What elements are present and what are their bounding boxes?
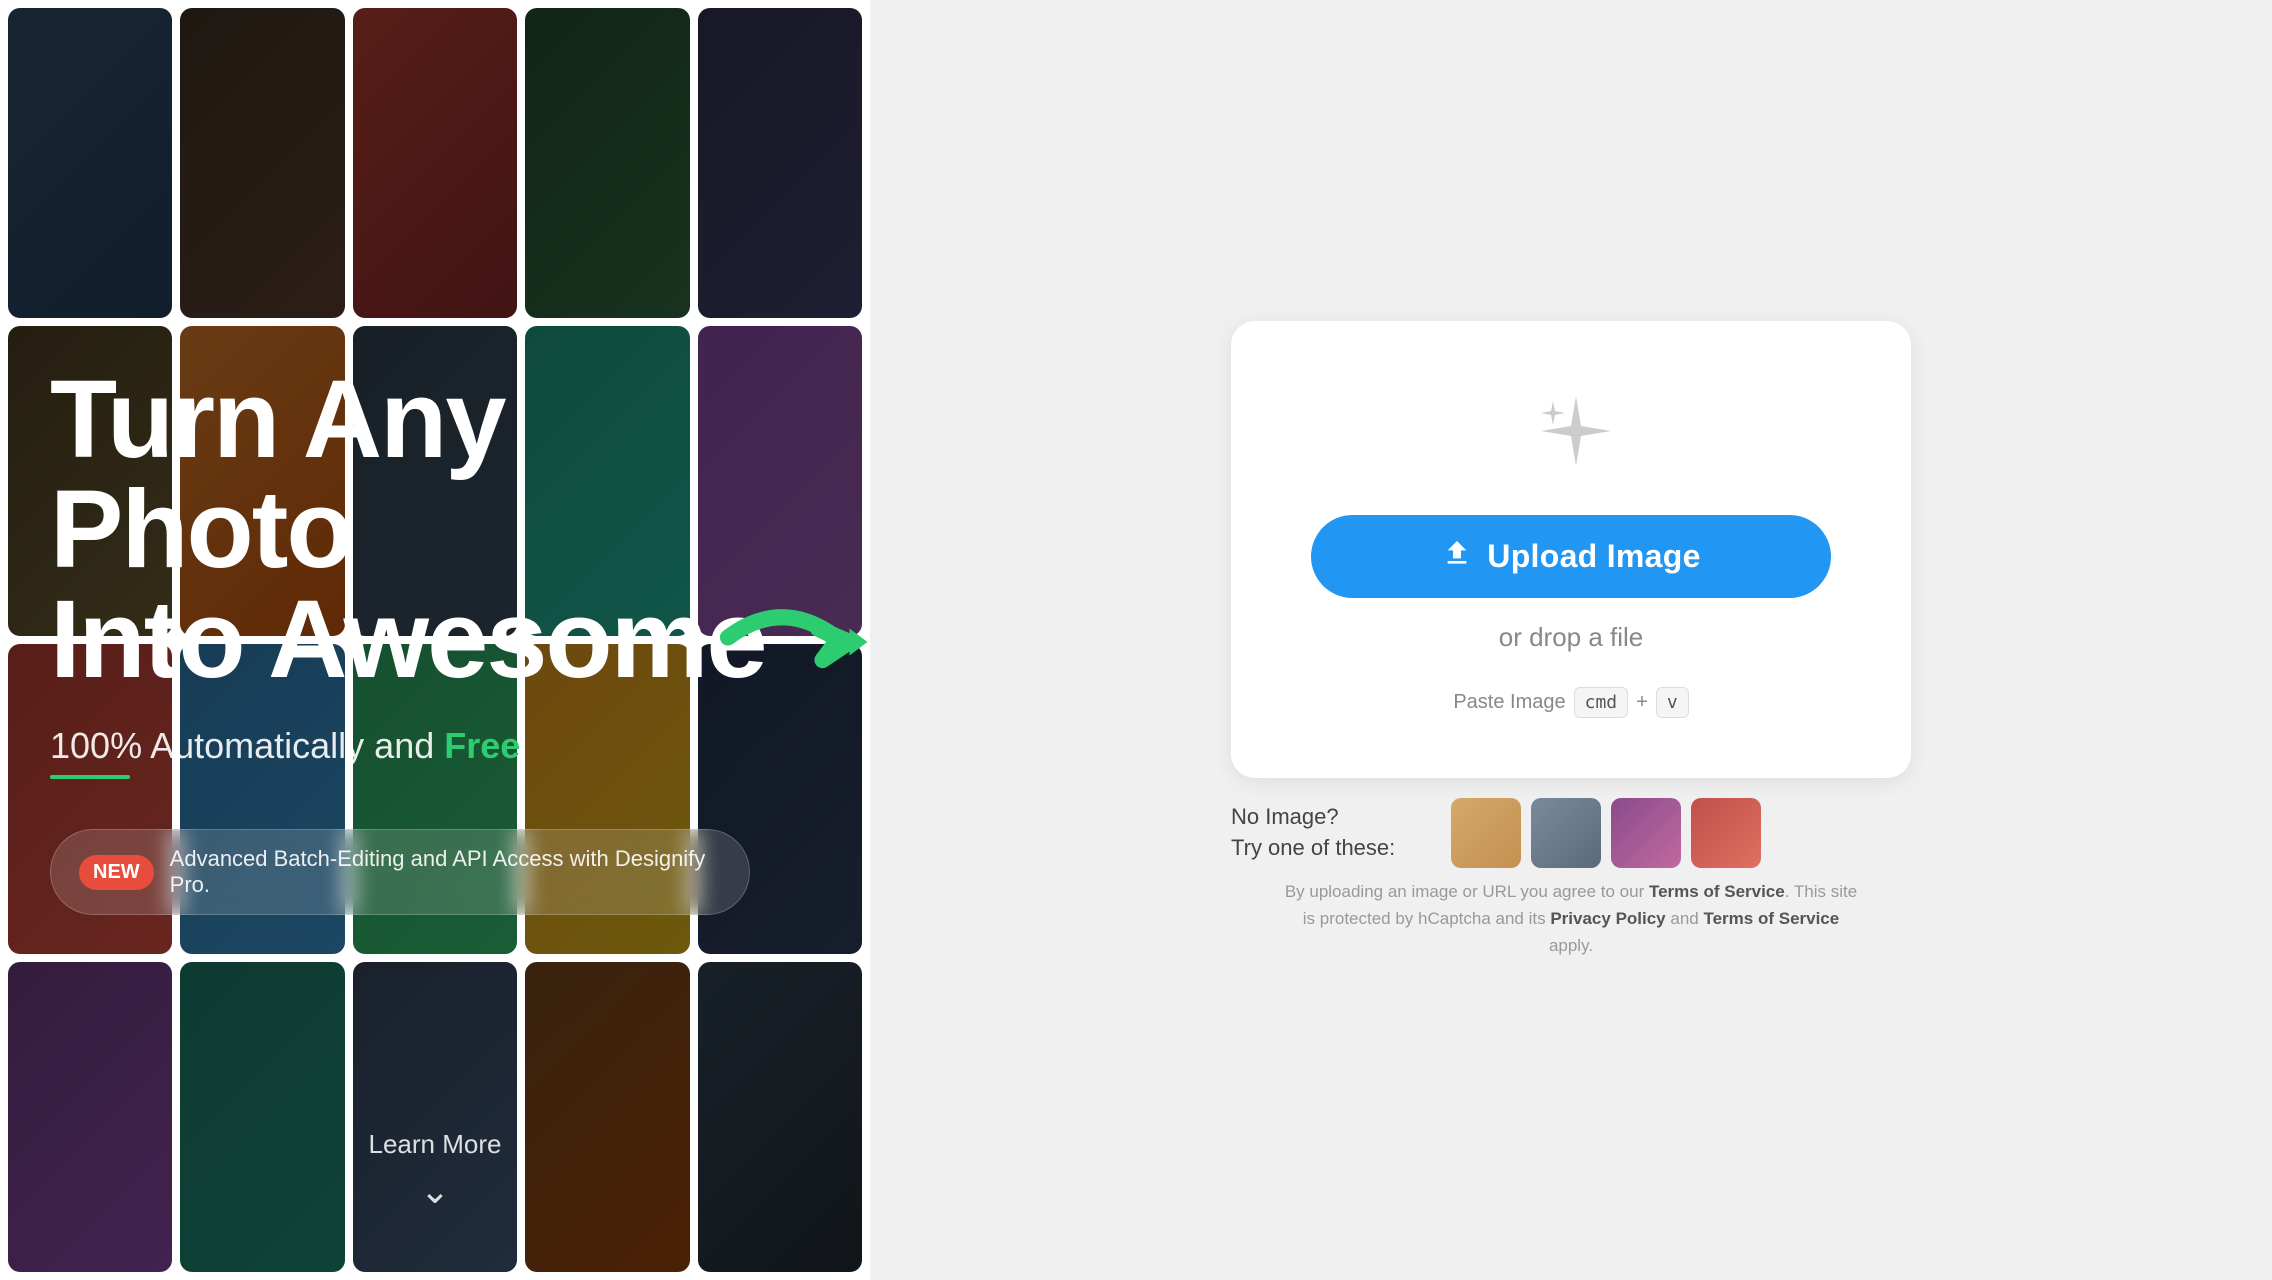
upload-button-label: Upload Image	[1487, 538, 1700, 575]
left-panel: Turn Any Photo Into Awesome 100% Automat…	[0, 0, 870, 1280]
sparkle-icon	[1521, 381, 1621, 481]
terms-of-service-link-1[interactable]: Terms of Service	[1649, 882, 1785, 901]
sample-images	[1451, 798, 1761, 868]
drop-file-text: or drop a file	[1499, 622, 1644, 653]
no-image-section: No Image? Try one of these:	[1231, 798, 1911, 868]
terms-of-service-link-2[interactable]: Terms of Service	[1703, 909, 1839, 928]
sample-image-1[interactable]	[1451, 798, 1521, 868]
paste-label: Paste Image	[1453, 691, 1565, 714]
paste-plus: +	[1636, 691, 1648, 714]
paste-v-key: v	[1656, 687, 1689, 718]
sample-image-4[interactable]	[1691, 798, 1761, 868]
upload-image-button[interactable]: Upload Image	[1311, 515, 1831, 598]
learn-more-text: Learn More	[369, 1129, 502, 1160]
right-panel: Upload Image or drop a file Paste Image …	[870, 0, 2272, 1280]
no-image-line2: Try one of these:	[1231, 833, 1431, 864]
arrow-container	[710, 578, 870, 703]
paste-row: Paste Image cmd + v	[1453, 687, 1688, 718]
green-arrow-icon	[710, 578, 870, 698]
main-heading: Turn Any Photo Into Awesome	[50, 365, 820, 695]
new-message: Advanced Batch-Editing and API Access wi…	[170, 846, 721, 898]
new-banner[interactable]: NEW Advanced Batch-Editing and API Acces…	[50, 829, 750, 915]
free-highlight: Free	[444, 725, 520, 766]
sample-image-3[interactable]	[1611, 798, 1681, 868]
new-badge: NEW	[79, 855, 154, 890]
free-underline	[50, 775, 130, 779]
no-image-line1: No Image?	[1231, 802, 1431, 833]
upload-svg-icon	[1441, 537, 1473, 569]
privacy-policy-link[interactable]: Privacy Policy	[1550, 909, 1665, 928]
subtitle: 100% Automatically and Free	[50, 725, 820, 767]
upload-icon	[1441, 537, 1473, 576]
learn-more-section[interactable]: Learn More ⌄	[0, 1060, 870, 1280]
paste-cmd-key: cmd	[1574, 687, 1629, 718]
chevron-down-icon: ⌄	[420, 1170, 450, 1212]
upload-card: Upload Image or drop a file Paste Image …	[1231, 321, 1911, 778]
no-image-label: No Image? Try one of these:	[1231, 802, 1431, 864]
terms-text: By uploading an image or URL you agree t…	[1281, 878, 1861, 960]
sample-image-2[interactable]	[1531, 798, 1601, 868]
